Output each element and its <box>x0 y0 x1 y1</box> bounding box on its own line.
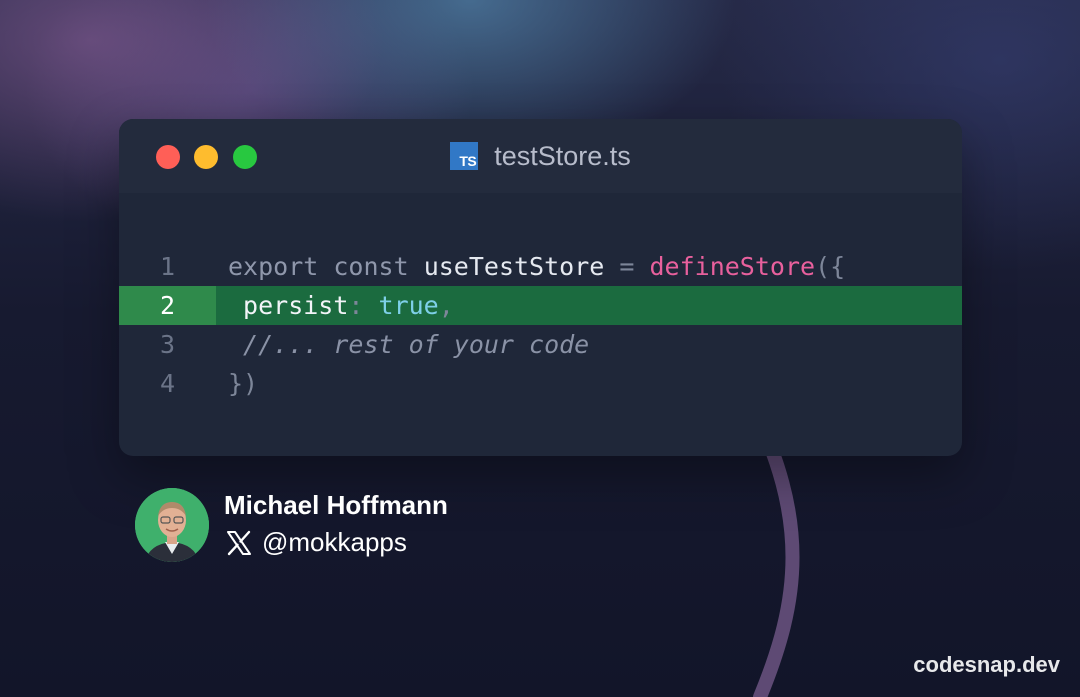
code-window: TS testStore.ts 1 export const useTestSto… <box>119 119 962 456</box>
code-token: = <box>604 252 650 281</box>
x-logo-icon <box>227 530 251 555</box>
avatar <box>135 488 209 562</box>
code-token: persist <box>228 291 349 320</box>
code-line: 2 persist: true, <box>119 286 962 325</box>
code-token: true <box>378 291 439 320</box>
line-number: 1 <box>159 252 176 281</box>
code-token: : <box>348 291 379 320</box>
code-token: useTestStore <box>423 252 605 281</box>
line-content: }) <box>228 364 258 403</box>
code-block: 1 export const useTestStore = defineStore… <box>119 247 962 403</box>
code-line: 1 export const useTestStore = defineStore… <box>119 247 962 286</box>
title-bar: TS testStore.ts <box>119 119 962 193</box>
author-photo <box>135 488 209 562</box>
code-token: defineStore <box>649 252 816 281</box>
line-content: persist: true, <box>228 286 454 325</box>
line-number: 3 <box>159 330 176 359</box>
line-number: 4 <box>159 369 176 398</box>
code-token: , <box>438 291 454 320</box>
line-content: export const useTestStore = defineStore(… <box>228 247 845 286</box>
code-line: 4}) <box>119 364 962 403</box>
file-name: testStore.ts <box>494 140 631 171</box>
author-name: Michael Hoffmann <box>224 490 448 520</box>
author-handle[interactable]: @mokkapps <box>262 527 407 558</box>
file-tab: TS testStore.ts <box>119 119 962 193</box>
line-number: 2 <box>119 286 216 325</box>
code-token: export <box>228 252 319 281</box>
code-token: //... rest of your code <box>228 330 590 359</box>
code-token: ({ <box>815 252 846 281</box>
typescript-icon: TS <box>450 142 479 170</box>
line-content: //... rest of your code <box>228 325 589 364</box>
code-token: const <box>333 252 409 281</box>
code-token: }) <box>228 369 259 398</box>
author-handle-row[interactable]: @mokkapps <box>224 527 407 558</box>
brand-watermark: codesnap.dev <box>913 652 1060 677</box>
code-line: 3 //... rest of your code <box>119 325 962 364</box>
